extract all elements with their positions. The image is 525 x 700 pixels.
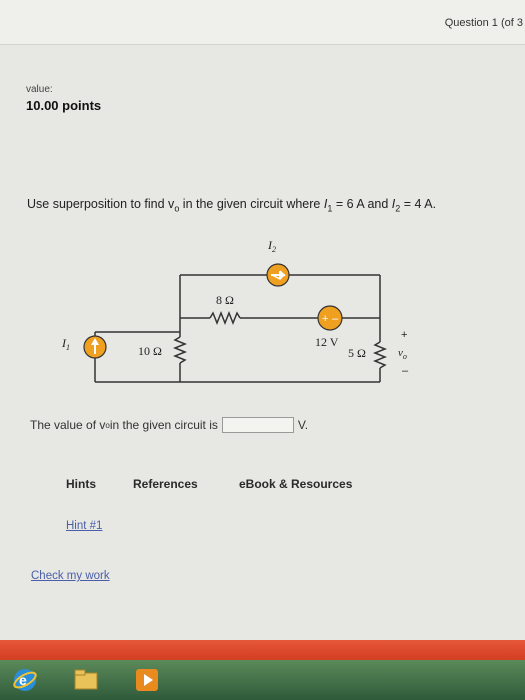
question-middle: in the given circuit where [179, 197, 324, 211]
header-bar: Question 1 (of 3 [0, 0, 525, 45]
check-my-work-link[interactable]: Check my work [31, 570, 110, 582]
answer-line: The value of vo in the given circuit is … [30, 417, 308, 433]
value-label: value: [26, 84, 53, 95]
tab-hints[interactable]: Hints [66, 477, 96, 491]
label-i1: I1 [61, 336, 70, 352]
question-eq1: = 6 A and [332, 197, 392, 211]
footer-bar [0, 640, 525, 660]
label-vo-minus: – [402, 365, 409, 377]
label-vo-plus: + [401, 329, 407, 341]
question-eq2: = 4 A. [400, 197, 437, 211]
source-minus: – [332, 313, 339, 325]
taskbar: e [0, 660, 525, 700]
answer-unit: V. [297, 418, 309, 432]
file-explorer-icon[interactable] [73, 667, 99, 693]
points-value: 10.00 points [26, 98, 102, 113]
label-12v: 12 V [315, 335, 339, 349]
media-player-icon[interactable] [134, 667, 160, 693]
label-10ohm: 10 Ω [138, 344, 162, 358]
internet-explorer-icon[interactable]: e [12, 667, 38, 693]
question-prefix: Use superposition to find v [27, 197, 175, 211]
tab-references[interactable]: References [133, 477, 198, 491]
answer-input[interactable] [221, 417, 294, 433]
label-8ohm: 8 Ω [216, 293, 234, 307]
circuit-diagram: + – I2 8 Ω I1 10 Ω 12 V 5 Ω + vo – [61, 238, 409, 383]
label-vo: vo [398, 347, 407, 361]
answer-prefix: The value of v [30, 418, 106, 432]
answer-suffix: in the given circuit is [109, 418, 218, 432]
tab-ebook-resources[interactable]: eBook & Resources [239, 477, 352, 491]
source-plus: + [322, 313, 328, 325]
question-text: Use superposition to find vo in the give… [27, 197, 436, 214]
label-5ohm: 5 Ω [348, 346, 366, 360]
svg-text:e: e [19, 672, 27, 688]
hint-1-link[interactable]: Hint #1 [66, 520, 102, 532]
label-i2: I2 [267, 238, 276, 254]
question-counter: Question 1 (of 3 [444, 17, 523, 29]
